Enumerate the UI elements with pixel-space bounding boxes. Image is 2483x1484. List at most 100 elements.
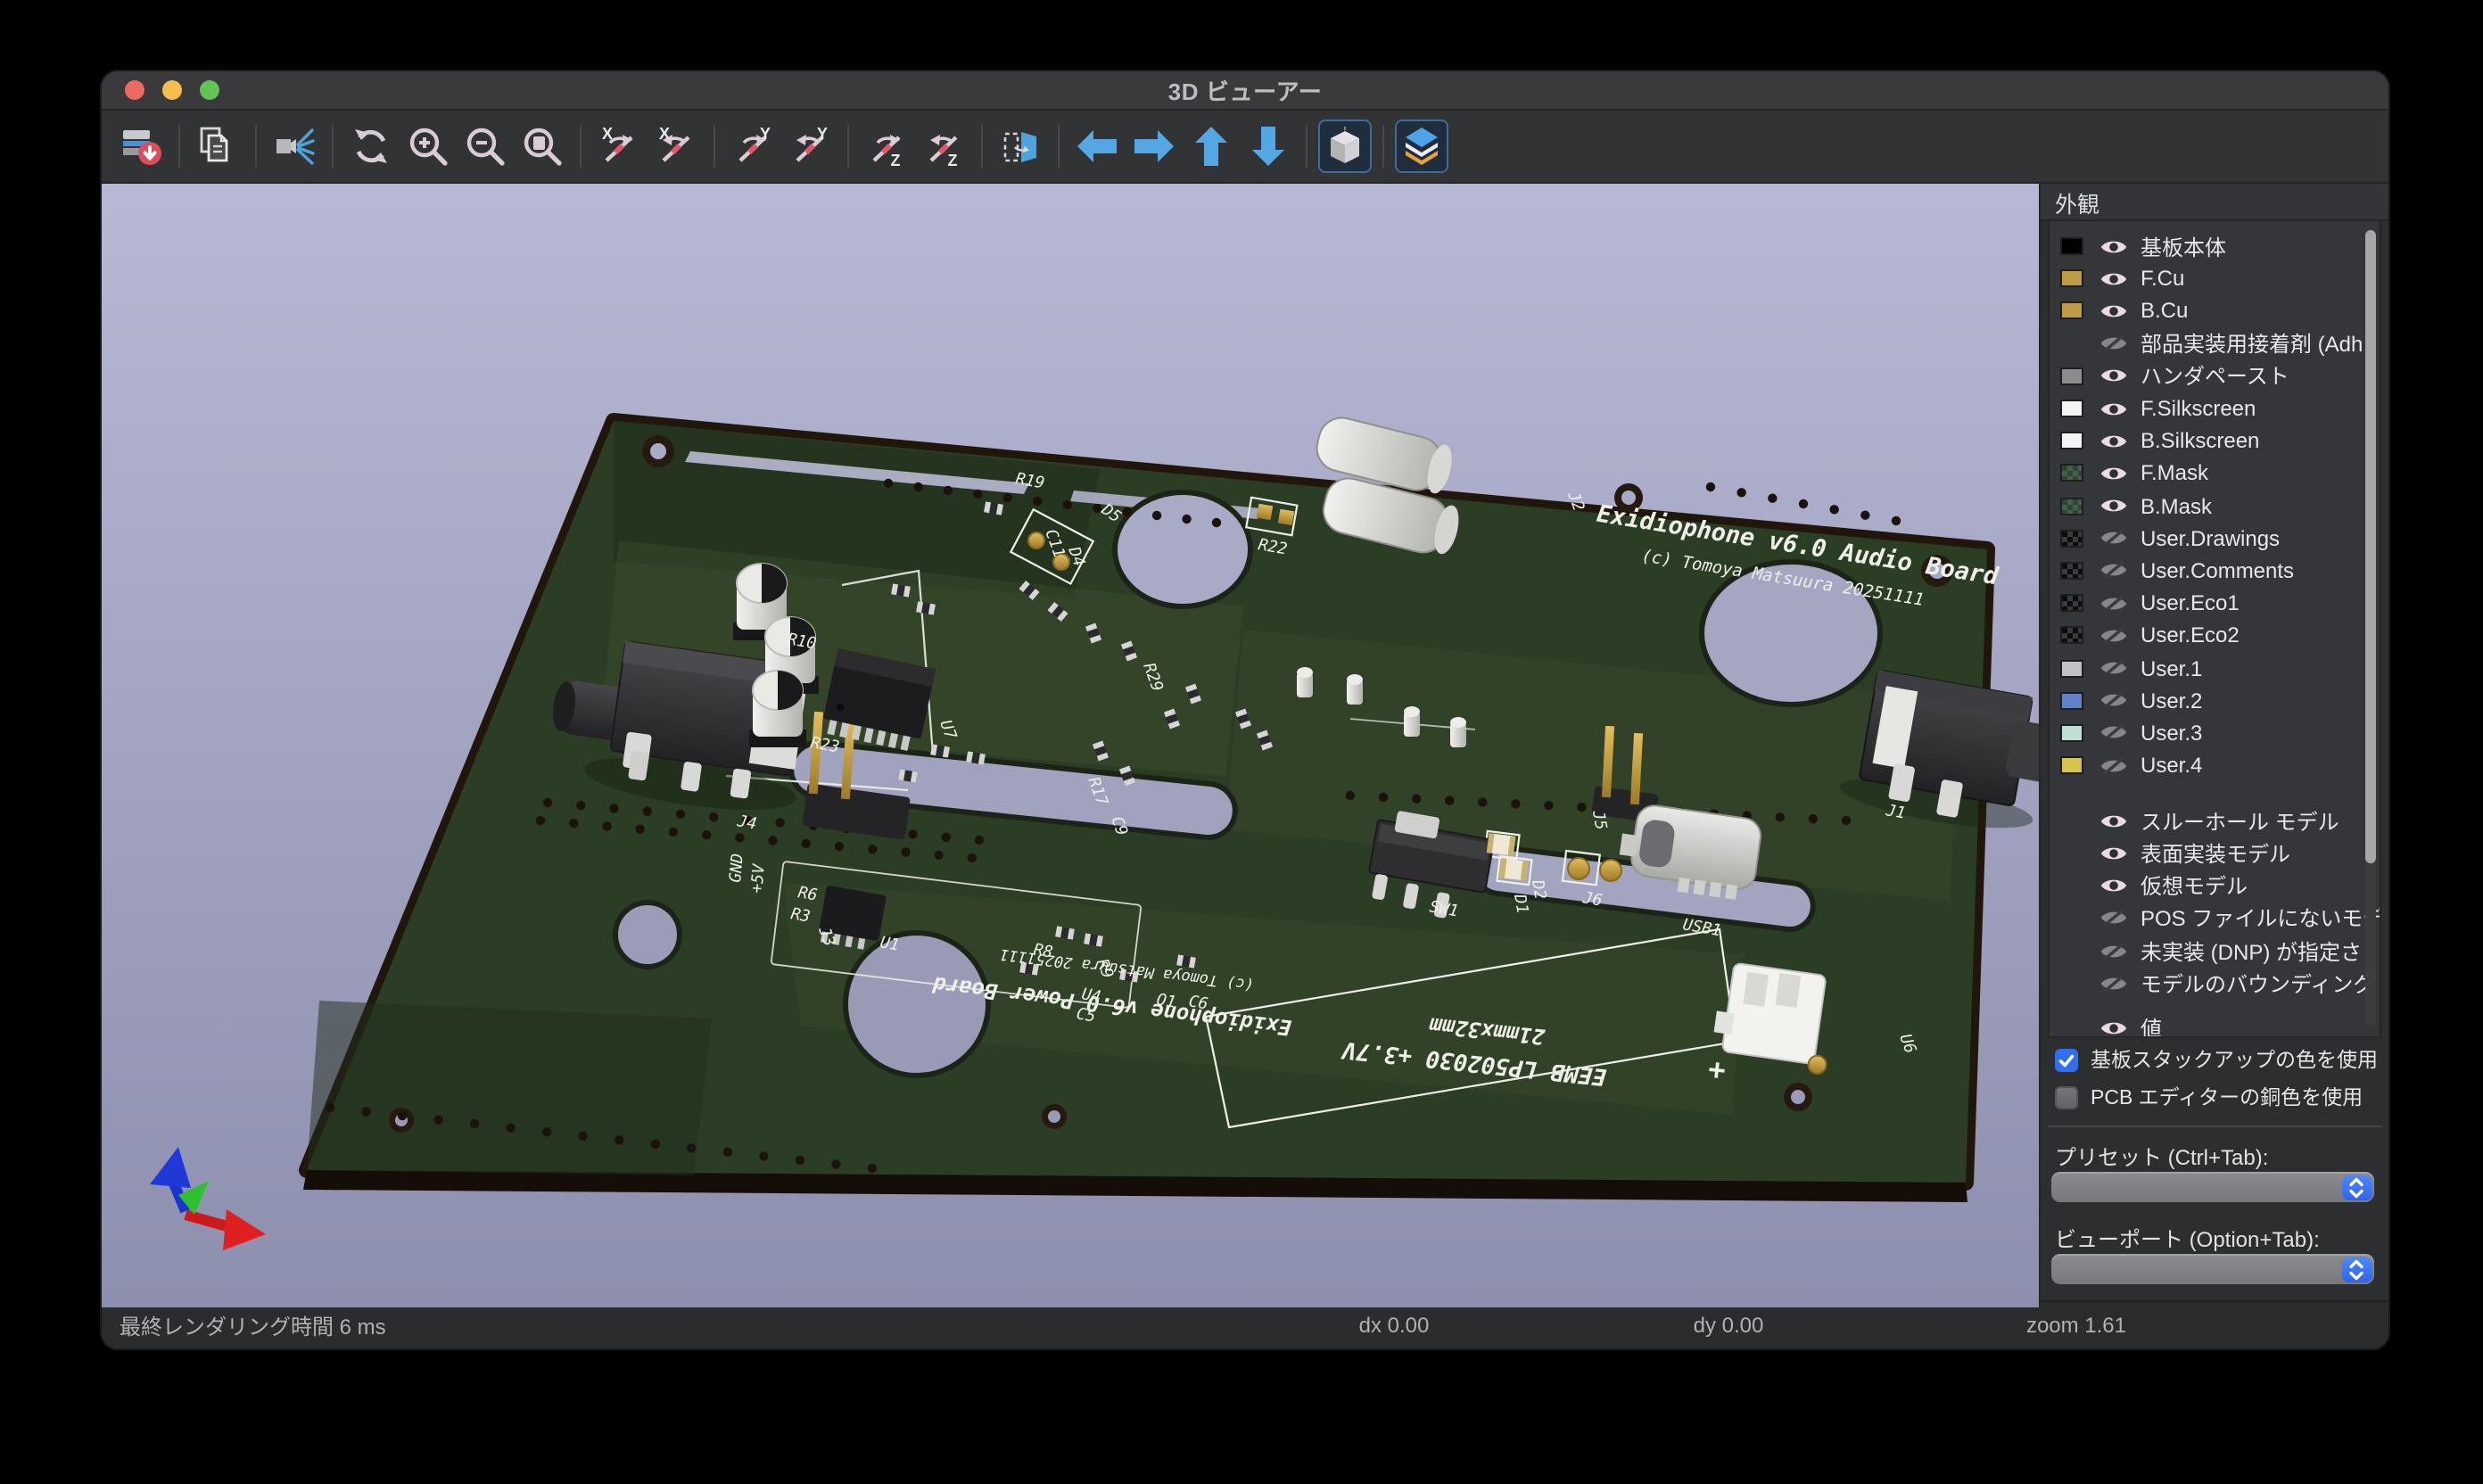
layer-color-swatch[interactable] bbox=[2060, 270, 2083, 288]
visibility-eye-off-icon[interactable] bbox=[2098, 972, 2128, 993]
layer-color-swatch[interactable] bbox=[2060, 659, 2083, 677]
visibility-eye-off-icon[interactable] bbox=[2098, 940, 2128, 961]
layer-color-swatch[interactable] bbox=[2060, 562, 2083, 580]
layer-row[interactable]: 基板本体 bbox=[2050, 230, 2380, 262]
minimize-button[interactable] bbox=[162, 80, 182, 100]
layer-row[interactable]: 部品実装用接着剤 (Adh bbox=[2050, 327, 2380, 359]
layer-row[interactable]: User.Drawings bbox=[2050, 522, 2380, 554]
visibility-eye-icon[interactable] bbox=[2098, 811, 2128, 832]
visibility-eye-off-icon[interactable] bbox=[2098, 689, 2128, 711]
rotate-x-pos-button[interactable]: X bbox=[649, 120, 703, 173]
pan-down-button[interactable] bbox=[1242, 120, 1295, 173]
layer-color-swatch[interactable] bbox=[2060, 530, 2083, 548]
visibility-eye-off-icon[interactable] bbox=[2098, 754, 2128, 776]
visibility-eye-icon[interactable] bbox=[2098, 430, 2128, 451]
close-button[interactable] bbox=[125, 80, 144, 100]
visibility-eye-off-icon[interactable] bbox=[2098, 528, 2128, 549]
layer-color-swatch[interactable] bbox=[2060, 400, 2083, 417]
layer-color-swatch[interactable] bbox=[2060, 237, 2083, 255]
scrollbar-thumb[interactable] bbox=[2365, 230, 2376, 863]
checkbox-row-copper[interactable]: PCB エディターの銅色を使用 bbox=[2055, 1083, 2363, 1111]
visibility-eye-icon[interactable] bbox=[2098, 875, 2128, 896]
3d-viewport[interactable]: Exidiophone v6.0 Audio Board (c) Tomoya … bbox=[102, 184, 2039, 1307]
layer-color-swatch[interactable] bbox=[2060, 367, 2083, 385]
visibility-eye-icon[interactable] bbox=[2098, 843, 2128, 864]
zoom-out-button[interactable] bbox=[458, 120, 512, 173]
maximize-button[interactable] bbox=[200, 80, 219, 100]
model-row[interactable]: 未実装 (DNP) が指定さ bbox=[2050, 935, 2380, 967]
layer-color-swatch[interactable] bbox=[2060, 302, 2083, 320]
reload-board-button[interactable] bbox=[114, 120, 168, 173]
model-row[interactable]: モデルのバウンディング bbox=[2050, 967, 2380, 999]
layer-color-swatch[interactable] bbox=[2060, 627, 2083, 645]
3d-scene[interactable]: Exidiophone v6.0 Audio Board (c) Tomoya … bbox=[102, 184, 2039, 1307]
list-scrollbar[interactable] bbox=[2365, 230, 2376, 1026]
layer-row[interactable]: User.3 bbox=[2050, 717, 2380, 749]
visibility-eye-off-icon[interactable] bbox=[2098, 592, 2128, 614]
model-row[interactable]: POS ファイルにないモデ bbox=[2050, 903, 2380, 935]
rotate-x-neg-button[interactable]: X bbox=[592, 120, 646, 173]
model-row[interactable]: スルーホール モデル bbox=[2050, 804, 2380, 837]
layer-color-swatch[interactable] bbox=[2060, 465, 2083, 482]
visibility-eye-icon[interactable] bbox=[2098, 366, 2128, 387]
rotate-y-neg-button[interactable]: Y bbox=[726, 120, 780, 173]
visibility-eye-off-icon[interactable] bbox=[2098, 625, 2128, 647]
layer-color-swatch[interactable] bbox=[2060, 756, 2083, 774]
layer-row[interactable]: ハンダペースト bbox=[2050, 360, 2380, 392]
layer-row[interactable]: User.Comments bbox=[2050, 555, 2380, 587]
zoom-in-button[interactable] bbox=[401, 120, 455, 173]
visibility-eye-icon[interactable] bbox=[2098, 463, 2128, 484]
rotate-z-pos-button[interactable]: Z bbox=[917, 120, 970, 173]
layer-row[interactable]: User.Eco2 bbox=[2050, 620, 2380, 652]
copy-image-button[interactable] bbox=[191, 120, 244, 173]
model-row[interactable]: 表面実装モデル bbox=[2050, 837, 2380, 870]
layer-row[interactable]: B.Mask bbox=[2050, 490, 2380, 522]
pan-left-button[interactable] bbox=[1070, 120, 1124, 173]
model-row[interactable]: 仮想モデル bbox=[2050, 870, 2380, 902]
title-bar[interactable]: 3D ビューアー bbox=[102, 71, 2388, 111]
pan-right-button[interactable] bbox=[1127, 120, 1181, 173]
layer-row[interactable]: User.Eco1 bbox=[2050, 587, 2380, 619]
zoom-fit-button[interactable] bbox=[516, 120, 569, 173]
visibility-eye-off-icon[interactable] bbox=[2098, 657, 2128, 679]
visibility-eye-icon[interactable] bbox=[2098, 1018, 2128, 1038]
stackup-colors-checkbox[interactable] bbox=[2055, 1048, 2078, 1071]
layer-color-swatch[interactable] bbox=[2060, 724, 2083, 742]
appearance-panel-button[interactable] bbox=[1395, 120, 1448, 173]
visibility-eye-off-icon[interactable] bbox=[2098, 560, 2128, 581]
visibility-eye-off-icon[interactable] bbox=[2098, 722, 2128, 744]
rotate-y-pos-button[interactable]: Y bbox=[783, 120, 837, 173]
layer-row[interactable]: User.2 bbox=[2050, 684, 2380, 716]
layer-color-swatch[interactable] bbox=[2060, 594, 2083, 612]
layer-color-swatch[interactable] bbox=[2060, 432, 2083, 449]
layer-row[interactable]: B.Silkscreen bbox=[2050, 425, 2380, 457]
flip-board-button[interactable] bbox=[994, 120, 1047, 173]
visibility-eye-icon[interactable] bbox=[2098, 268, 2128, 290]
values-row[interactable]: 値 bbox=[2050, 1012, 2380, 1038]
visibility-eye-icon[interactable] bbox=[2098, 235, 2128, 257]
layer-row[interactable]: B.Cu bbox=[2050, 295, 2380, 327]
visibility-eye-icon[interactable] bbox=[2098, 398, 2128, 419]
orthographic-projection-button[interactable] bbox=[1318, 120, 1372, 173]
preset-stepper-icon[interactable] bbox=[2341, 1175, 2372, 1200]
redraw-button[interactable] bbox=[344, 120, 398, 173]
rotate-z-neg-button[interactable]: Z bbox=[860, 120, 913, 173]
layer-color-swatch[interactable] bbox=[2060, 497, 2083, 515]
layer-row[interactable]: User.4 bbox=[2050, 749, 2380, 781]
pan-up-button[interactable] bbox=[1184, 120, 1238, 173]
layer-row[interactable]: F.Silkscreen bbox=[2050, 392, 2380, 425]
layer-row[interactable]: F.Cu bbox=[2050, 262, 2380, 294]
viewport-stepper-icon[interactable] bbox=[2341, 1257, 2372, 1282]
checkbox-row-stackup[interactable]: 基板スタックアップの色を使用 bbox=[2055, 1045, 2378, 1074]
visibility-eye-off-icon[interactable] bbox=[2098, 908, 2128, 929]
layer-row[interactable]: F.Mask bbox=[2050, 458, 2380, 490]
layer-row[interactable]: User.1 bbox=[2050, 652, 2380, 684]
pcb-copper-colors-checkbox[interactable] bbox=[2055, 1085, 2078, 1109]
raytracing-toggle-button[interactable] bbox=[268, 120, 321, 173]
visibility-eye-icon[interactable] bbox=[2098, 495, 2128, 516]
layer-color-swatch[interactable] bbox=[2060, 691, 2083, 709]
viewport-dropdown[interactable] bbox=[2051, 1254, 2374, 1284]
preset-dropdown[interactable] bbox=[2051, 1172, 2374, 1202]
visibility-eye-icon[interactable] bbox=[2098, 301, 2128, 322]
visibility-eye-off-icon[interactable] bbox=[2098, 333, 2128, 354]
